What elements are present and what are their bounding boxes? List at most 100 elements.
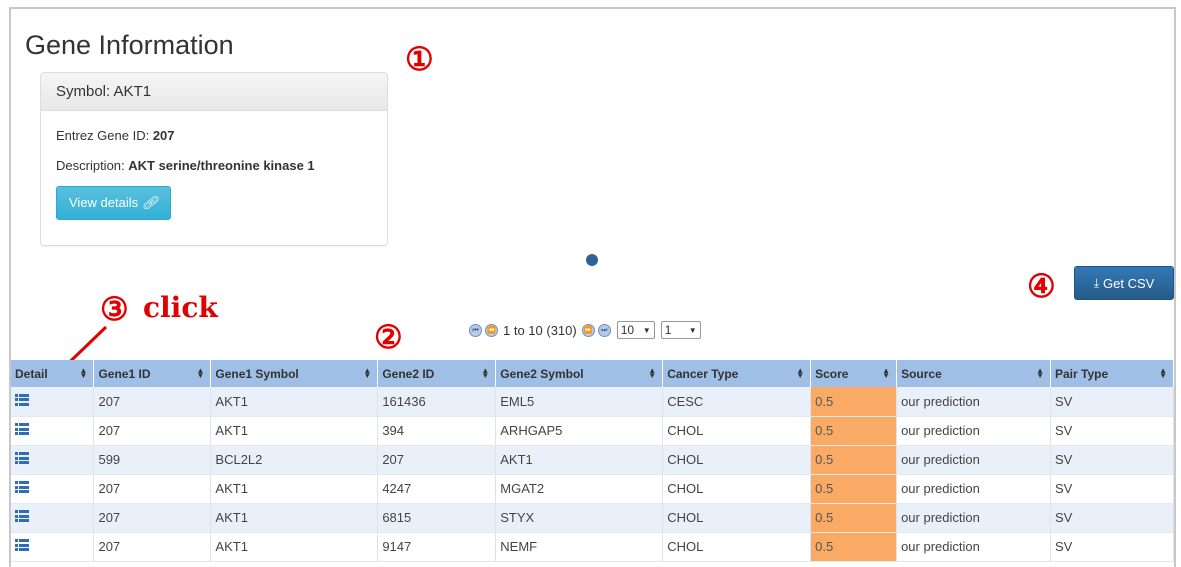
click-annotation: click: [143, 291, 218, 324]
sort-icon: ▲ ▼: [796, 366, 805, 380]
prev-page-icon[interactable]: ⏪: [485, 323, 498, 337]
table-pager: ⏮ ⏪ 1 to 10 (310) ⏩ ⏭ 10 ▼ 1 ▼: [469, 320, 701, 340]
description-label: Description:: [56, 158, 129, 173]
column-header-score[interactable]: Score ▲ ▼: [810, 360, 898, 387]
cell-gene2-id: 394: [377, 416, 497, 446]
cell-score: 0.5: [810, 503, 898, 533]
cell-gene2-symbol: STYX: [495, 503, 664, 533]
detail-cell[interactable]: [11, 445, 95, 475]
table-row: 599 BCL2L2 207 AKT1 CHOL 0.5 our prediction SV: [11, 445, 1174, 475]
sort-icon: ▲ ▼: [196, 366, 205, 380]
list-detail-icon[interactable]: [15, 393, 29, 406]
cell-pair-type: SV: [1050, 503, 1174, 533]
page-number-select[interactable]: 1 ▼: [660, 321, 701, 339]
column-header-label: Gene2 ID: [382, 366, 435, 381]
column-header-label: Score: [815, 366, 849, 381]
column-header-gene1-id[interactable]: Gene1 ID ▲ ▼: [93, 360, 212, 387]
cell-gene1-id: 207: [93, 387, 212, 417]
chevron-down-icon: ▼: [688, 325, 697, 335]
cell-cancer-type: CHOL: [662, 474, 812, 504]
cell-source: our prediction: [896, 416, 1051, 446]
gene-pair-table: Detail ▲ ▼ Gene1 ID ▲ ▼ Gene1 Symbol ▲ ▼ Gene2 ID…: [11, 360, 1174, 562]
view-details-button[interactable]: View details 🔗︎: [56, 186, 172, 220]
cell-source: our prediction: [896, 503, 1051, 533]
column-header-gene2-id[interactable]: Gene2 ID ▲ ▼: [377, 360, 497, 387]
column-header-label: Source: [901, 366, 942, 381]
detail-cell[interactable]: [11, 474, 95, 504]
detail-cell[interactable]: [11, 503, 95, 533]
cell-source: our prediction: [896, 474, 1051, 504]
table-header-row: Detail ▲ ▼ Gene1 ID ▲ ▼ Gene1 Symbol ▲ ▼ Gene2 ID…: [11, 360, 1174, 387]
chevron-down-icon: ▼: [642, 325, 651, 335]
column-header-label: Gene1 ID: [98, 366, 151, 381]
table-row: 207 AKT1 6815 STYX CHOL 0.5 our prediction SV: [11, 503, 1174, 533]
cell-gene2-symbol: MGAT2: [495, 474, 664, 504]
cell-gene2-symbol: NEMF: [495, 532, 664, 562]
entrez-label: Entrez Gene ID:: [56, 128, 153, 143]
column-header-detail[interactable]: Detail ▲ ▼: [11, 360, 95, 387]
column-header-cancer-type[interactable]: Cancer Type ▲ ▼: [662, 360, 812, 387]
cell-cancer-type: CESC: [662, 387, 812, 417]
detail-cell[interactable]: [11, 532, 95, 562]
annotation-3: ③: [100, 290, 129, 328]
last-page-icon[interactable]: ⏭: [597, 323, 611, 337]
table-row: 207 AKT1 9147 NEMF CHOL 0.5 our prediction SV: [11, 532, 1174, 562]
cell-score: 0.5: [810, 532, 898, 562]
list-detail-icon[interactable]: [15, 539, 29, 551]
cell-pair-type: SV: [1050, 474, 1174, 504]
view-details-label: View details: [69, 195, 139, 210]
cell-pair-type: SV: [1050, 387, 1174, 417]
cell-score: 0.5: [810, 445, 898, 475]
list-detail-icon[interactable]: [15, 452, 29, 464]
cell-gene2-symbol: AKT1: [495, 445, 664, 475]
sort-icon: ▲ ▼: [648, 366, 657, 380]
column-header-label: Cancer Type: [667, 366, 739, 381]
cell-source: our prediction: [896, 387, 1051, 417]
list-detail-icon[interactable]: [15, 481, 29, 493]
column-header-gene1-symbol[interactable]: Gene1 Symbol ▲ ▼: [210, 360, 379, 387]
column-header-gene2-symbol[interactable]: Gene2 Symbol ▲ ▼: [495, 360, 664, 387]
cell-cancer-type: CHOL: [662, 503, 812, 533]
get-csv-button[interactable]: ⤓ Get CSV: [1074, 266, 1174, 300]
cell-score: 0.5: [810, 474, 898, 504]
link-icon: 🔗︎: [141, 195, 159, 210]
list-detail-icon[interactable]: [15, 510, 29, 522]
page-size-select[interactable]: 10 ▼: [616, 321, 655, 339]
cell-gene2-id: 161436: [377, 387, 497, 417]
cell-gene1-symbol: AKT1: [210, 474, 379, 504]
next-page-icon[interactable]: ⏩: [581, 323, 595, 337]
list-detail-icon[interactable]: [15, 423, 29, 435]
sort-icon: ▲ ▼: [481, 366, 490, 380]
annotation-1: ①: [405, 40, 434, 78]
cell-score: 0.5: [810, 416, 898, 446]
cell-pair-type: SV: [1050, 445, 1174, 475]
page-title: Gene Information: [25, 30, 234, 60]
cell-cancer-type: CHOL: [662, 416, 812, 446]
column-header-label: Gene2 Symbol: [500, 366, 584, 381]
cell-gene1-symbol: AKT1: [210, 503, 379, 533]
cell-cancer-type: CHOL: [662, 445, 812, 475]
cell-gene1-id: 207: [93, 474, 212, 504]
column-header-pair-type[interactable]: Pair Type ▲ ▼: [1050, 360, 1174, 387]
column-header-source[interactable]: Source ▲ ▼: [896, 360, 1051, 387]
detail-cell[interactable]: [11, 416, 95, 446]
carousel-indicator[interactable]: [586, 254, 598, 266]
cell-gene2-id: 207: [377, 445, 497, 475]
detail-cell[interactable]: [11, 387, 95, 417]
cell-gene1-id: 207: [93, 416, 212, 446]
panel-heading-symbol: Symbol: AKT1: [41, 73, 387, 111]
description-value: AKT serine/threonine kinase 1: [128, 158, 315, 173]
annotation-4: ④: [1027, 267, 1056, 305]
cell-gene1-symbol: AKT1: [210, 532, 379, 562]
pager-range: 1 to 10 (310): [503, 322, 577, 338]
cell-pair-type: SV: [1050, 416, 1174, 446]
annotation-2: ②: [374, 318, 403, 356]
cell-gene1-symbol: AKT1: [210, 387, 379, 417]
sort-icon: ▲ ▼: [1159, 366, 1167, 380]
first-page-icon[interactable]: ⏮: [469, 323, 482, 337]
column-header-label: Detail: [15, 366, 48, 381]
cell-gene2-id: 4247: [377, 474, 497, 504]
download-icon: ⤓: [1093, 275, 1099, 290]
page-size-value: 10: [620, 323, 635, 337]
table-body: 207 AKT1 161436 EML5 CESC 0.5 our prediction SV…: [11, 387, 1174, 562]
